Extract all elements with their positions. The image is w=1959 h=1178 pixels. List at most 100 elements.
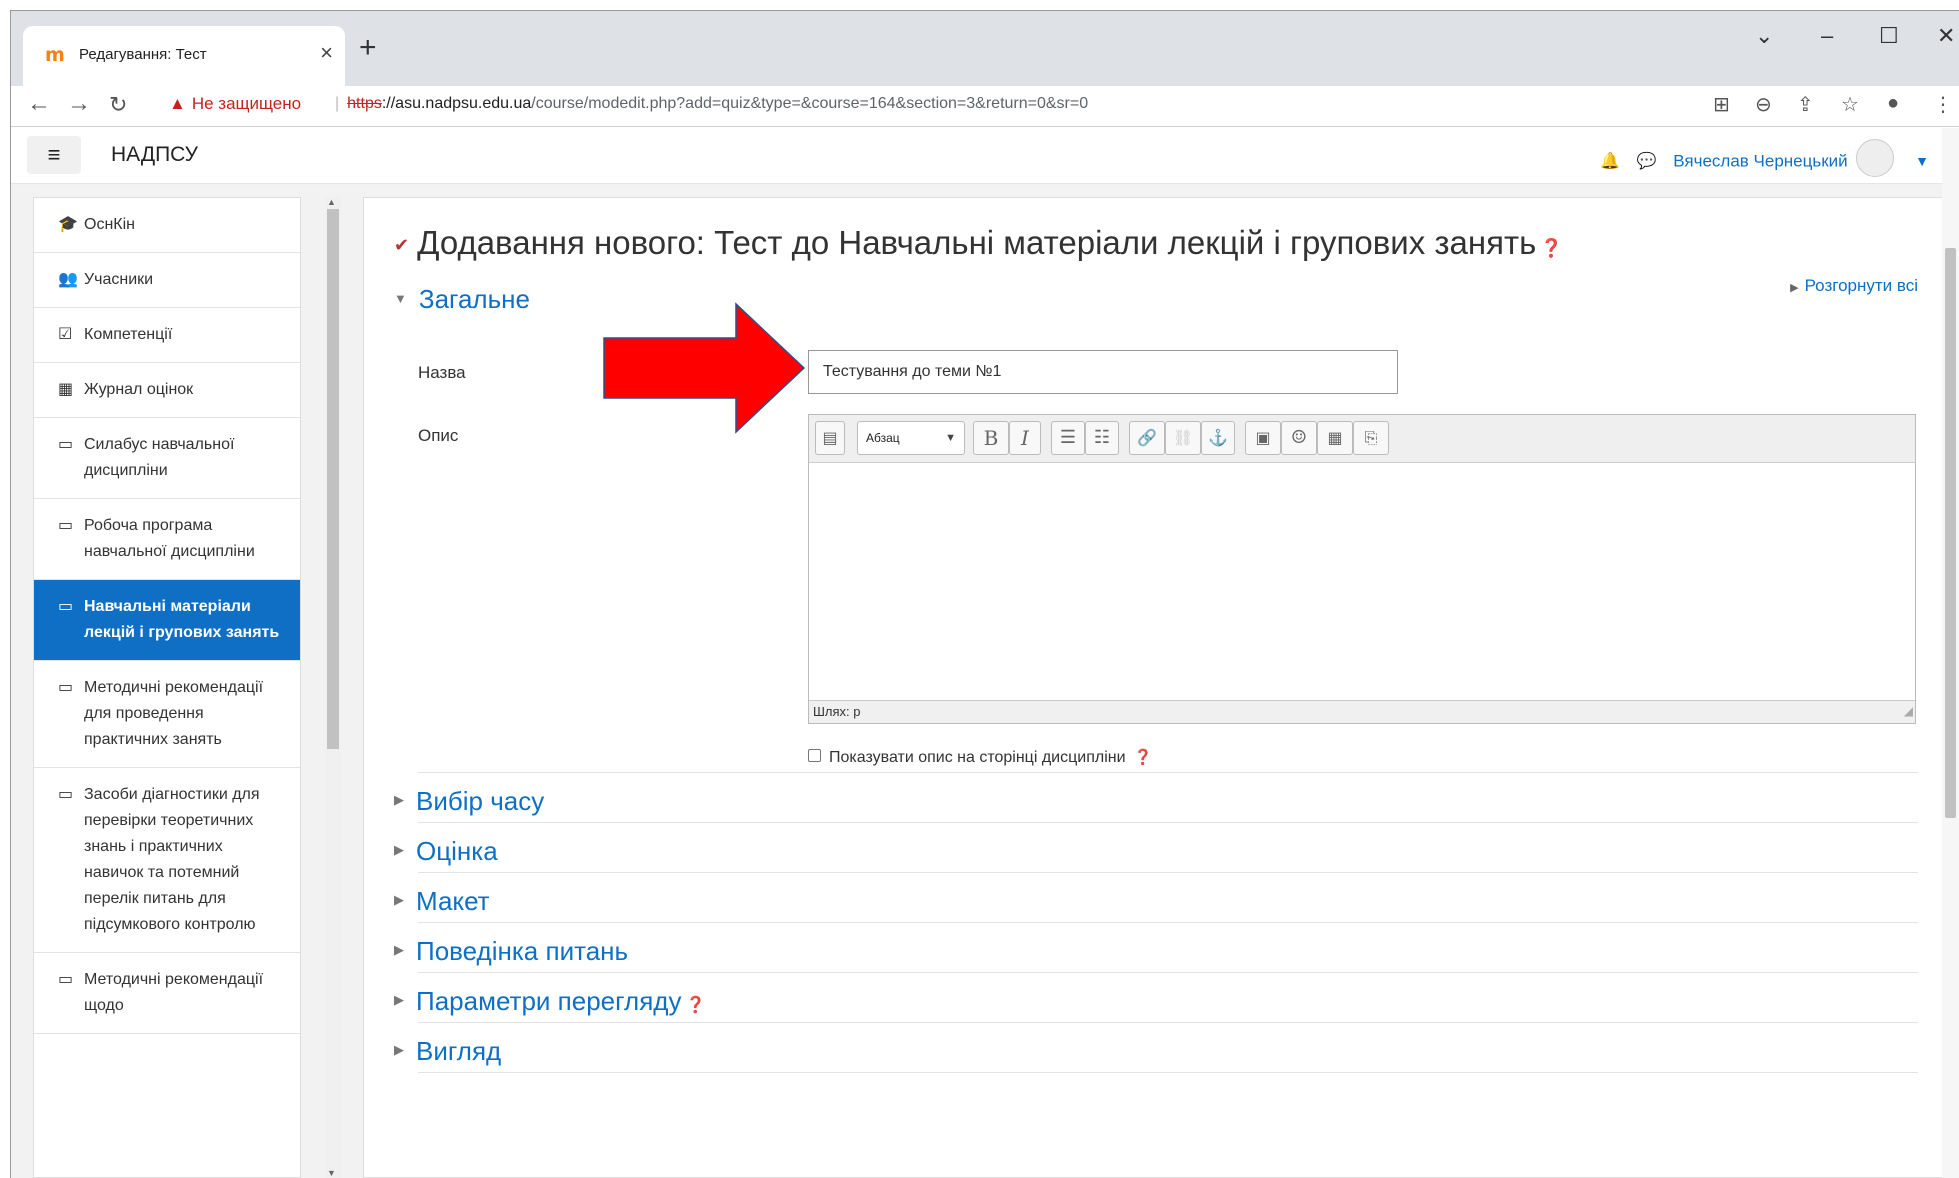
back-icon[interactable]: ← [27,90,51,118]
sidebar-scrollbar[interactable]: ▲ ▼ [325,197,341,1178]
maximize-icon[interactable]: ☐ [1879,23,1899,49]
page-title-text: Додавання нового: Тест до Навчальні мате… [417,224,1537,261]
user-menu[interactable]: 🔔 💬 Вячеслав Чернецький ▼ [1600,139,1929,181]
sidebar-item[interactable]: ▭ Робоча програма навчальної дисципліни [34,499,300,580]
red-arrow-annotation [603,302,806,434]
share-icon[interactable]: ⇪ [1797,92,1814,117]
page-scrollbar[interactable] [1942,128,1959,1178]
editor-text-area[interactable] [809,463,1915,700]
help-icon[interactable]: ❓ [1134,749,1153,766]
sidebar-item[interactable]: 👥 Учасники [34,253,300,308]
new-tab-button[interactable]: + [359,33,377,63]
section-header[interactable]: ▶ Оцінка [394,836,498,867]
section-header[interactable]: ▶ Параметри перегляду ❓ [394,986,705,1017]
scroll-up-icon[interactable]: ▲ [327,197,336,207]
resize-grip-icon[interactable]: ◢ [1904,700,1913,722]
close-window-icon[interactable]: ✕ [1937,23,1955,49]
name-label: Назва [418,363,466,382]
sidebar-scroll-thumb[interactable] [327,209,339,749]
section-label: Поведінка питань [416,936,629,966]
address-bar: ← → ↻ ▲ Не защищено | https://asu.nadpsu.e… [11,86,1959,127]
section-label: Вигляд [416,1036,502,1066]
url-host: ://asu.nadpsu.edu.ua [381,95,532,112]
page-scroll-thumb[interactable] [1945,248,1956,818]
show-description-row: Показувати опис на сторінці дисципліни ❓ [808,748,1152,767]
show-description-checkbox[interactable] [808,749,821,763]
sidebar-item-label: Методичні рекомендації щодо [84,971,264,1014]
hamburger-menu-icon[interactable]: ≡ [27,136,81,174]
folder-icon: ▭ [58,598,74,615]
profile-icon[interactable]: ● [1887,92,1899,115]
section-divider [418,822,1918,823]
toolbar-toggle-icon[interactable]: ▤ [815,421,845,455]
emoticon-icon[interactable]: ☺ [1281,421,1317,455]
sidebar-item[interactable]: ☑ Компетенції [34,308,300,363]
sidebar-item[interactable]: 🎓 ОснКін [34,198,300,253]
minimize-icon[interactable]: – [1821,23,1833,49]
chat-icon[interactable]: 💬 [1637,153,1657,170]
menu-dots-icon[interactable]: ⋮ [1933,92,1953,117]
section-label: Вибір часу [416,786,545,816]
bell-icon[interactable]: 🔔 [1600,153,1620,170]
section-header[interactable]: ▶ Поведінка питань [394,936,628,967]
bullet-list-icon[interactable]: ☰ [1051,421,1085,455]
translate-icon[interactable]: ⊞ [1713,92,1730,117]
link-icon[interactable]: 🔗 [1129,421,1165,455]
chevron-down-icon[interactable]: ▼ [1915,153,1929,169]
section-header[interactable]: ▶ Макет [394,886,490,917]
paragraph-format-select[interactable]: Абзац ▼ [857,421,965,455]
media-icon[interactable]: ▦ [1317,421,1353,455]
close-tab-icon[interactable]: × [320,40,333,66]
image-icon[interactable]: ▣ [1245,421,1281,455]
help-icon[interactable]: ❓ [685,997,705,1014]
page-title: ✔ Додавання нового: Тест до Навчальні мат… [394,224,1563,262]
tab-title: Редагування: Тест [79,46,207,63]
url-field[interactable]: | https://asu.nadpsu.edu.ua/course/modedi… [335,95,1088,113]
sidebar-item[interactable]: ▭ Методичні рекомендації щодо [34,953,300,1034]
show-description-label[interactable]: Показувати опис на сторінці дисципліни [829,749,1126,766]
section-general-header[interactable]: ▼ Загальне [394,284,530,315]
bold-icon[interactable]: B [973,421,1009,455]
url-path: /course/modedit.php?add=quiz&type=&cours… [531,95,1089,112]
expand-all-link[interactable]: ▶ Розгорнути всі [1790,276,1918,296]
section-divider [418,1022,1918,1023]
sidebar-item-label: Робоча програма навчальної дисципліни [84,517,255,560]
sidebar-item[interactable]: ▭ Методичні рекомендації для проведення п… [34,661,300,768]
course-sidebar: 🎓 ОснКін 👥 Учасники ☑ Компетенції ▦ Журнал оцін… [33,197,301,1178]
name-input[interactable] [808,350,1398,394]
site-brand[interactable]: НАДПСУ [111,143,198,167]
chevron-down-icon: ▼ [945,432,956,444]
sidebar-item[interactable]: ▭ Силабус навчальної дисципліни [34,418,300,499]
zoom-icon[interactable]: ⊖ [1755,92,1772,117]
sidebar-item[interactable]: ▦ Журнал оцінок [34,363,300,418]
italic-icon[interactable]: I [1009,421,1041,455]
scroll-down-icon[interactable]: ▼ [327,1168,336,1178]
browser-tab[interactable]: m Редагування: Тест × [23,26,345,86]
avatar[interactable] [1856,139,1895,177]
numbered-list-icon[interactable]: ☷ [1085,421,1119,455]
section-header[interactable]: ▶ Вигляд [394,1036,501,1067]
anchor-icon[interactable]: ⚓ [1201,421,1235,455]
paste-icon[interactable]: ⎘ [1353,421,1389,455]
user-name[interactable]: Вячеслав Чернецький [1673,151,1847,170]
section-header[interactable]: ▶ Вибір часу [394,786,544,817]
users-icon: 👥 [58,271,78,288]
section-divider [418,972,1918,973]
sidebar-item-label: Компетенції [84,326,173,343]
bookmark-star-icon[interactable]: ☆ [1841,92,1859,117]
expand-triangle-icon: ▶ [394,792,404,808]
forward-icon[interactable]: → [67,90,91,118]
sidebar-item[interactable]: ▭ Навчальні матеріали лекцій і групових з… [34,580,300,661]
sidebar-item[interactable]: ▭ Засоби діагностики для перевірки теорет… [34,768,300,953]
expand-triangle-icon: ▶ [394,892,404,908]
security-indicator[interactable]: ▲ Не защищено [169,94,301,114]
expand-triangle-icon: ▶ [394,992,404,1008]
help-icon[interactable]: ❓ [1540,238,1562,258]
security-label: Не защищено [191,94,302,113]
editor-status-bar: Шлях: p ◢ [809,700,1915,723]
unlink-icon[interactable]: ⛓ [1165,421,1201,455]
folder-icon: ▭ [58,786,74,803]
tab-search-icon[interactable]: ⌄ [1755,23,1773,49]
expand-triangle-icon: ▶ [1790,282,1799,294]
reload-icon[interactable]: ↻ [109,92,127,118]
